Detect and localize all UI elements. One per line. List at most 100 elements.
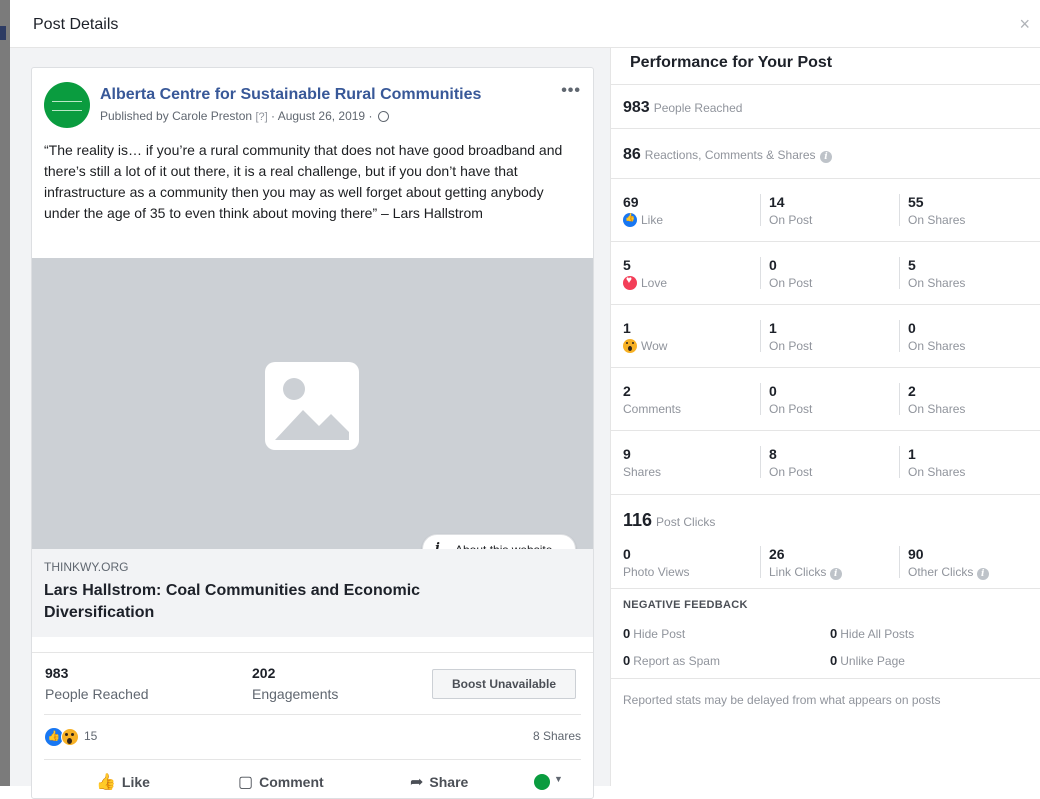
stats-footnote-section: Reported stats may be delayed from what … xyxy=(611,678,1040,729)
page-avatar[interactable] xyxy=(44,82,90,128)
shares-on-shares-label: On Shares xyxy=(908,465,966,479)
close-icon[interactable]: × xyxy=(1019,14,1030,35)
share-label: Share xyxy=(429,774,469,790)
post-as-avatar[interactable] xyxy=(534,774,550,790)
link-title: Lars Hallstrom: Coal Communities and Eco… xyxy=(44,582,421,621)
thumbs-up-icon: 👍 xyxy=(96,774,116,791)
share-button[interactable]: ➦ Share xyxy=(410,772,468,792)
comments-on-shares: 2 xyxy=(908,383,916,399)
post-preview-pane: Alberta Centre for Sustainable Rural Com… xyxy=(10,48,610,799)
love-row-label: Love xyxy=(641,276,668,290)
published-line: Published by Carole Preston [?] · August… xyxy=(100,109,389,123)
wow-on-post-label: On Post xyxy=(769,339,813,353)
post-clicks-value: 116 xyxy=(623,510,653,530)
wow-on-shares-label: On Shares xyxy=(908,339,966,353)
rcs-info-icon[interactable]: i xyxy=(820,151,832,163)
link-preview-caption[interactable]: THINKWY.ORG Lars Hallstrom: Coal Communi… xyxy=(32,549,593,637)
globe-icon xyxy=(377,111,389,122)
shares-on-post: 8 xyxy=(769,446,777,462)
comments-total: 2 xyxy=(623,383,631,399)
post-clicks-label: Post Clicks xyxy=(656,515,716,529)
background-page-edge xyxy=(0,0,10,786)
other-clicks-value: 90 xyxy=(908,546,924,562)
reactions-comments-shares-section: 86 Reactions, Comments & Shares i xyxy=(611,128,1040,179)
like-on-shares-label: On Shares xyxy=(908,213,966,227)
wow-total: 1 xyxy=(623,320,631,336)
shares-count[interactable]: 8 Shares xyxy=(533,729,581,743)
comments-on-post-label: On Post xyxy=(769,402,813,416)
comment-label: Comment xyxy=(259,774,324,790)
hide-all-posts-stat: 0 Hide All Posts xyxy=(830,626,914,641)
wow-reaction-icon xyxy=(623,339,637,353)
comment-icon: ▢ xyxy=(238,774,254,791)
love-on-shares: 5 xyxy=(908,257,916,273)
post-details-modal: Post Details × Alberta Centre for Sustai… xyxy=(10,0,1040,799)
hide-post-value: 0 xyxy=(623,626,631,641)
hide-all-label: Hide All Posts xyxy=(840,627,915,641)
unlike-page-stat: 0 Unlike Page xyxy=(830,653,905,668)
hide-all-value: 0 xyxy=(830,626,838,641)
background-page-marker xyxy=(0,26,6,40)
perf-rcs-label: Reactions, Comments & Shares xyxy=(644,148,816,162)
link-domain: THINKWY.ORG xyxy=(44,560,129,574)
link-clicks-info-icon[interactable]: i xyxy=(829,568,842,580)
like-on-post: 14 xyxy=(769,194,785,210)
shares-breakdown-row: 9 Shares 8 On Post 1 On Shares xyxy=(611,430,1040,494)
comment-button[interactable]: ▢ Comment xyxy=(238,772,324,792)
wow-breakdown-row: 1 Wow 1 On Post 0 On Shares xyxy=(611,304,1040,368)
performance-pane: Performance for Your Post 983 People Reac… xyxy=(610,48,1040,786)
wow-reaction-icon[interactable] xyxy=(61,728,79,746)
photo-views-value: 0 xyxy=(623,546,631,562)
boost-unavailable-button[interactable]: Boost Unavailable xyxy=(432,669,576,699)
help-marker[interactable]: [?] xyxy=(255,111,267,123)
other-clicks-info-icon[interactable]: i xyxy=(976,568,989,580)
love-on-post: 0 xyxy=(769,257,777,273)
like-button[interactable]: 👍 Like xyxy=(96,772,150,792)
love-on-post-label: On Post xyxy=(769,276,813,290)
reaction-count[interactable]: 15 xyxy=(84,729,97,743)
page-name-link[interactable]: Alberta Centre for Sustainable Rural Com… xyxy=(100,86,481,104)
avatar-logo-lines xyxy=(52,101,82,111)
like-total: 69 xyxy=(623,194,639,210)
like-on-post-label: On Post xyxy=(769,213,813,227)
modal-title: Post Details xyxy=(33,16,119,33)
shares-row-label: Shares xyxy=(623,465,662,479)
post-date[interactable]: · August 26, 2019 · xyxy=(271,109,372,123)
people-reached-section: 983 People Reached xyxy=(611,84,1040,129)
shares-total: 9 xyxy=(623,446,631,462)
love-total: 5 xyxy=(623,257,631,273)
people-reached-value: 983 xyxy=(45,665,69,681)
image-placeholder-mountains xyxy=(275,410,349,440)
perf-reached-value: 983 xyxy=(623,99,650,116)
perf-reached-label: People Reached xyxy=(653,101,743,115)
like-on-shares: 55 xyxy=(908,194,924,210)
post-clicks-section: 116 Post Clicks 0 Photo Views 26 Link Click… xyxy=(611,494,1040,589)
author-name[interactable]: Carole Preston xyxy=(172,109,252,123)
comments-row-label: Comments xyxy=(623,402,682,416)
post-insights-bar: 983 People Reached 202 Engagements Boost… xyxy=(32,652,593,714)
like-breakdown-row: 69Like 14 On Post 55 On Shares xyxy=(611,178,1040,242)
reactions-summary: 👍 15 8 Shares xyxy=(44,714,581,760)
comments-on-shares-label: On Shares xyxy=(908,402,966,416)
people-reached-label: People Reached xyxy=(45,686,149,702)
post-actions: 👍 Like ▢ Comment ➦ Share ▼ xyxy=(32,762,593,798)
like-label: Like xyxy=(121,774,150,790)
unlike-label: Unlike Page xyxy=(840,654,905,668)
hide-post-stat: 0 Hide Post xyxy=(623,626,685,641)
love-on-shares-label: On Shares xyxy=(908,276,966,290)
love-reaction-icon xyxy=(623,275,637,290)
wow-on-shares: 0 xyxy=(908,320,916,336)
report-spam-stat: 0 Report as Spam xyxy=(623,653,720,668)
link-preview-image[interactable] xyxy=(32,258,593,549)
post-card: Alberta Centre for Sustainable Rural Com… xyxy=(31,67,594,799)
performance-title: Performance for Your Post xyxy=(630,54,833,71)
more-options-icon[interactable]: ••• xyxy=(561,82,581,100)
other-clicks-label: Other Clicks xyxy=(908,565,974,579)
like-row-label: Like xyxy=(641,213,664,227)
modal-header: Post Details × xyxy=(10,0,1040,48)
post-text: “The reality is… if you’re a rural commu… xyxy=(44,142,563,221)
perf-rcs-value: 86 xyxy=(623,146,641,163)
comments-on-post: 0 xyxy=(769,383,777,399)
negative-feedback-title: NEGATIVE FEEDBACK xyxy=(623,599,748,611)
chevron-down-icon[interactable]: ▼ xyxy=(554,774,563,784)
